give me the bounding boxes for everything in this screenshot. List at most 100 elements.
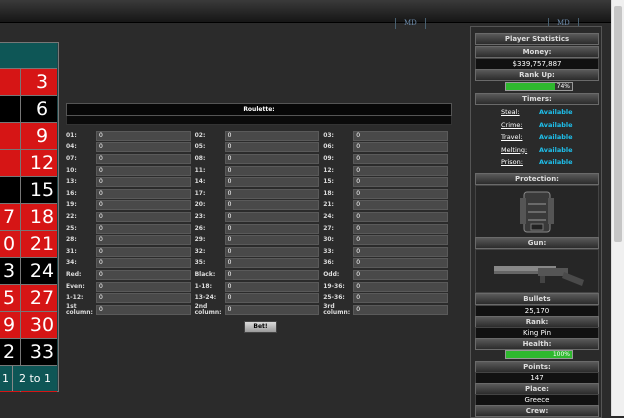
bet-amount-input[interactable]: 0 [353, 223, 448, 234]
bet-row: 01: 0 02: 0 03: 0 [66, 130, 452, 142]
timer-row: Steal: Available [491, 107, 591, 117]
bet-amount-input[interactable]: 0 [353, 211, 448, 222]
bet-label: 3rd column: [323, 302, 351, 316]
bet-group: 27: 0 [323, 223, 452, 235]
bet-amount-input[interactable]: 0 [96, 269, 191, 280]
bet-amount-input[interactable]: 0 [96, 258, 191, 269]
bet-amount-input[interactable]: 0 [353, 153, 448, 164]
bet-amount-input[interactable]: 0 [96, 200, 191, 211]
bet-amount-input[interactable]: 0 [353, 200, 448, 211]
bet-amount-input[interactable]: 0 [224, 153, 320, 164]
bet-amount-input[interactable]: 0 [224, 211, 320, 222]
vertical-scrollbar[interactable] [611, 0, 624, 416]
bet-amount-input[interactable]: 0 [224, 269, 320, 280]
bet-amount-input[interactable]: 0 [353, 165, 448, 176]
bet-amount-input[interactable]: 0 [224, 293, 320, 304]
bet-amount-input[interactable]: 0 [96, 153, 191, 164]
bet-label: 35: [194, 259, 206, 267]
bet-amount-input[interactable]: 0 [353, 142, 448, 153]
bet-amount-input[interactable]: 0 [96, 142, 191, 153]
bet-group: 03: 0 [323, 130, 452, 142]
bet-amount-input[interactable]: 0 [96, 304, 191, 315]
board-number-cell[interactable]: 6 [0, 95, 57, 122]
board-number-cell[interactable]: 3 [0, 68, 57, 95]
bet-amount-input[interactable]: 0 [353, 246, 448, 257]
board-number-cell[interactable]: 7 18 [0, 203, 57, 230]
bet-label: 15: [323, 178, 334, 186]
bet-amount-input[interactable]: 0 [353, 235, 448, 246]
bet-amount-input[interactable]: 0 [224, 235, 320, 246]
bet-amount-input[interactable]: 0 [353, 130, 448, 141]
board-number-cell[interactable]: 9 [0, 122, 57, 149]
bet-button[interactable]: Bet! [244, 321, 277, 333]
bet-amount-input[interactable]: 0 [353, 304, 448, 315]
bet-amount-input[interactable]: 0 [96, 188, 191, 199]
bet-amount-input[interactable]: 0 [224, 142, 320, 153]
bet-group: 09: 0 [323, 153, 452, 165]
bet-amount-input[interactable]: 0 [96, 293, 191, 304]
board-number-cell[interactable]: 12 [0, 149, 57, 176]
bet-amount-input[interactable]: 0 [353, 281, 448, 292]
two-to-one-row[interactable]: 1 2 to 1 [0, 365, 57, 391]
bet-amount-input[interactable]: 0 [353, 258, 448, 269]
protection-label: Protection: [475, 173, 599, 185]
board-number: 27 [29, 287, 55, 309]
bet-amount-input[interactable]: 0 [96, 130, 191, 141]
bet-label: 26: [194, 224, 206, 232]
bet-label: 29: [194, 236, 206, 244]
timer-link[interactable]: Crime: [501, 120, 541, 130]
bet-amount-input[interactable]: 0 [353, 177, 448, 188]
timer-status: Available [539, 108, 573, 116]
bet-group: 11: 0 [195, 165, 324, 177]
board-number-cell[interactable]: 15 [0, 176, 57, 203]
roulette-panel: Roulette: 01: 0 02: 0 03: 0 04: 0 05: 0 06: 0 07: 0 08… [66, 103, 452, 333]
bet-group: 1st column: 0 [66, 303, 195, 316]
board-number: 9 [35, 125, 49, 147]
scrollbar-thumb[interactable] [614, 6, 622, 242]
bet-group: 32: 0 [195, 246, 324, 258]
bet-label: 25: [66, 224, 77, 232]
bet-amount-input[interactable]: 0 [96, 235, 191, 246]
bet-amount-input[interactable]: 0 [353, 293, 448, 304]
timer-link[interactable]: Steal: [501, 107, 541, 117]
timer-link[interactable]: Travel: [501, 132, 541, 142]
bet-group: Red: 0 [66, 269, 195, 281]
bet-amount-input[interactable]: 0 [353, 188, 448, 199]
md-tab-left[interactable]: MD [395, 18, 426, 29]
board-number-cell[interactable]: 5 27 [0, 284, 57, 311]
bet-amount-input[interactable]: 0 [224, 130, 320, 141]
board-partial-number: 2 [2, 341, 16, 363]
bet-row: 31: 0 32: 0 33: 0 [66, 246, 452, 258]
bet-amount-input[interactable]: 0 [96, 281, 191, 292]
bet-amount-input[interactable]: 0 [96, 165, 191, 176]
bet-amount-input[interactable]: 0 [224, 304, 320, 315]
bet-label: 19: [66, 201, 77, 209]
bet-label: 2nd column: [194, 302, 222, 316]
board-cell-divider [20, 150, 21, 176]
timer-link[interactable]: Melting: [501, 145, 541, 155]
bet-amount-input[interactable]: 0 [224, 188, 320, 199]
bet-amount-input[interactable]: 0 [353, 269, 448, 280]
bet-amount-input[interactable]: 0 [224, 258, 320, 269]
bet-group: 30: 0 [323, 234, 452, 246]
board-footer-left: 1 [2, 372, 9, 385]
bet-amount-input[interactable]: 0 [224, 281, 320, 292]
board-number-cell[interactable]: 9 30 [0, 311, 57, 338]
board-number-cell[interactable]: 3 24 [0, 257, 57, 284]
bet-amount-input[interactable]: 0 [224, 177, 320, 188]
bet-row: 22: 0 23: 0 24: 0 [66, 211, 452, 223]
bet-amount-input[interactable]: 0 [224, 165, 320, 176]
bet-label: 11: [194, 166, 206, 174]
bet-group: 02: 0 [195, 130, 324, 142]
bet-amount-input[interactable]: 0 [96, 177, 191, 188]
bet-amount-input[interactable]: 0 [96, 223, 191, 234]
bet-amount-input[interactable]: 0 [224, 223, 320, 234]
bet-amount-input[interactable]: 0 [224, 200, 320, 211]
board-number-cell[interactable]: 0 21 [0, 230, 57, 257]
bet-amount-input[interactable]: 0 [224, 246, 320, 257]
bet-amount-input[interactable]: 0 [96, 211, 191, 222]
bet-label: 13: [66, 178, 77, 186]
timer-link[interactable]: Prison: [501, 157, 541, 167]
board-number-cell[interactable]: 2 33 [0, 338, 57, 365]
bet-amount-input[interactable]: 0 [96, 246, 191, 257]
